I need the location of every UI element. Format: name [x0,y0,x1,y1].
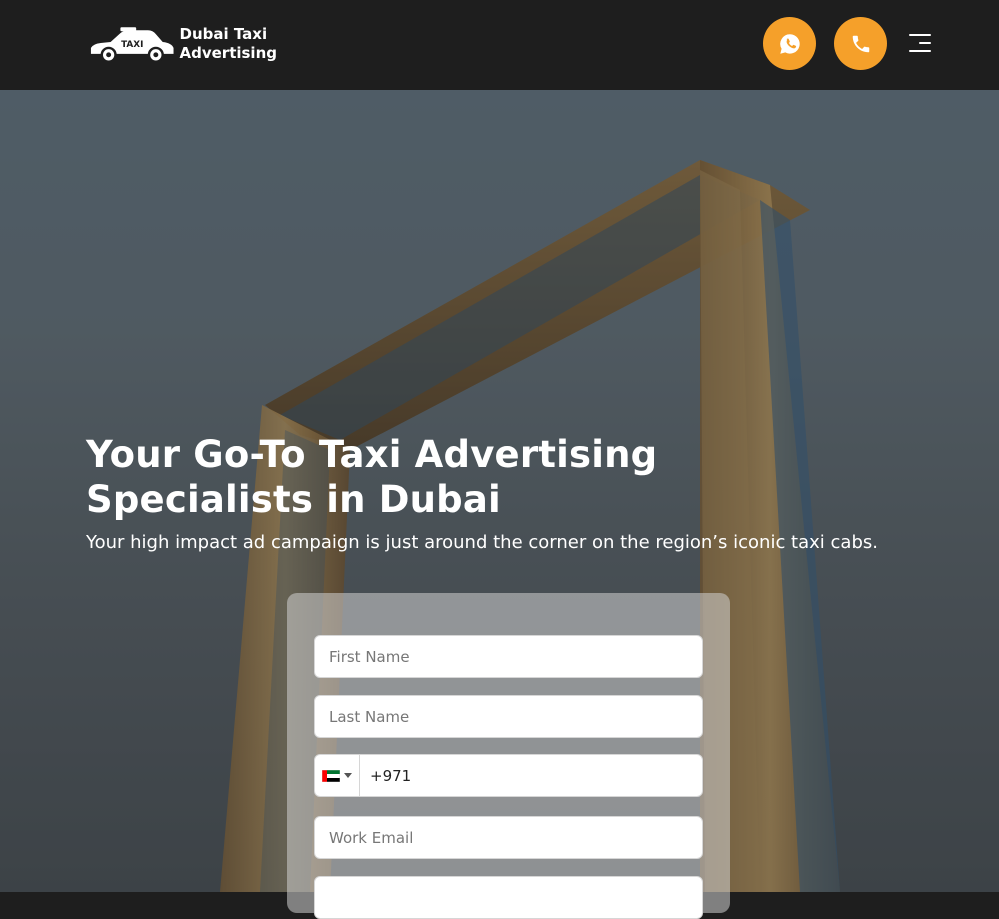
logo-line-2: Advertising [179,44,278,62]
whatsapp-button[interactable] [763,17,816,70]
whatsapp-icon [779,33,800,54]
logo-wordmark: Dubai Taxi Advertising [180,25,278,63]
logo-badge-text: TAXI [121,40,143,50]
last-name-input[interactable] [315,696,702,737]
phone-icon [852,35,869,52]
taxi-car-logo-icon: TAXI [90,27,174,63]
chevron-down-icon [344,772,352,778]
hero-title: Your Go-To Taxi Advertising Specialists … [86,433,658,521]
site-logo[interactable]: TAXI Dubai Taxi Advertising [87,22,277,66]
first-name-input[interactable] [315,636,702,677]
hero-subtitle: Your high impact ad campaign is just aro… [86,532,878,553]
site-header: TAXI Dubai Taxi Advertising [0,0,999,90]
hamburger-menu-icon[interactable] [905,32,931,54]
work-email-field[interactable] [314,816,703,859]
uae-flag-icon [322,769,340,782]
work-email-input[interactable] [315,817,702,858]
call-button[interactable] [834,17,887,70]
country-code-selector[interactable] [315,755,360,796]
next-form-field[interactable] [314,876,703,919]
first-name-field[interactable] [314,635,703,678]
phone-input-wrap [360,755,702,796]
phone-input[interactable] [360,755,702,796]
last-name-field[interactable] [314,695,703,738]
logo-line-1: Dubai Taxi [179,25,268,43]
phone-field[interactable] [314,754,703,797]
